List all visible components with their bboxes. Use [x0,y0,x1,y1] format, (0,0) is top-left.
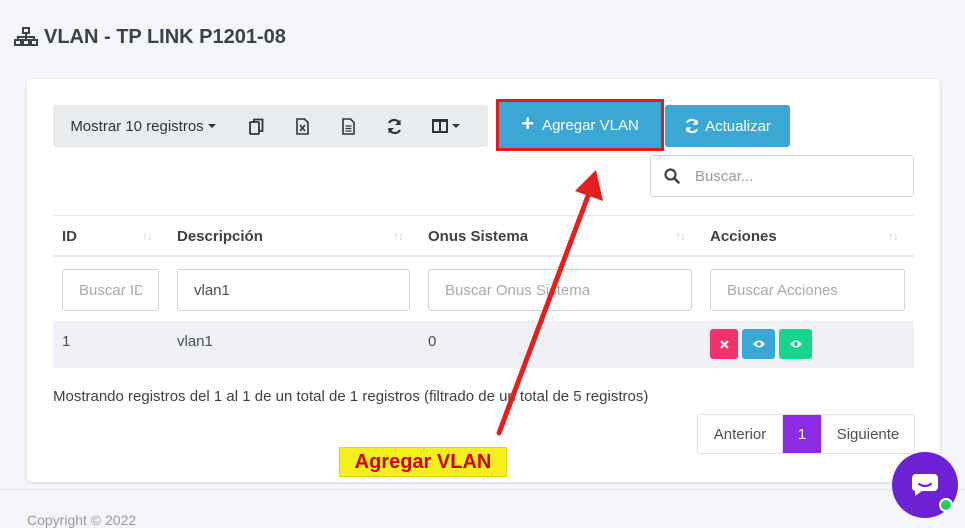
table-row: 1 vlan1 0 [53,321,914,368]
filter-descripcion-input[interactable] [177,269,410,311]
search-field [650,155,914,197]
reload-button[interactable] [371,105,417,147]
show-records-label: Mostrar 10 registros [70,117,204,135]
annotation-label: Agregar VLAN [340,448,506,476]
pagination-page-1[interactable]: 1 [783,415,821,453]
excel-export-button[interactable] [279,105,325,147]
refresh-button[interactable]: Actualizar [665,105,790,147]
caret-down-icon [207,124,216,128]
table-info: Mostrando registros del 1 al 1 de un tot… [53,388,649,405]
column-label: ID [62,227,77,245]
column-header-acciones[interactable]: Acciones [710,216,777,256]
caret-down-icon [452,124,460,128]
columns-icon [432,119,448,133]
table-toolbar: Mostrar 10 registros [53,105,488,147]
eye-icon [752,340,765,348]
show-records-dropdown[interactable]: Mostrar 10 registros [53,105,233,147]
cell-onus: 0 [428,332,437,350]
filter-onus-input[interactable] [428,269,692,311]
column-label: Acciones [710,227,777,245]
pagination-prev[interactable]: Anterior [698,415,783,453]
view-button[interactable] [742,329,775,359]
column-label: Onus Sistema [428,227,529,245]
pagination: Anterior 1 Siguiente [697,414,915,454]
cell-descripcion: vlan1 [177,332,213,350]
refresh-label: Actualizar [705,117,771,135]
add-vlan-label: Agregar VLAN [542,116,639,134]
search-input[interactable] [693,166,897,186]
network-icon [14,27,38,47]
sort-icon: ↑↓ [142,229,153,243]
sync-icon [685,118,699,134]
copyright-text: Copyright © 2022 [27,512,137,528]
online-status-dot [939,498,953,512]
footer-divider [0,489,965,490]
column-header-onus[interactable]: Onus Sistema [428,216,528,256]
excel-icon [295,117,309,135]
copy-button[interactable] [233,105,279,147]
add-vlan-button[interactable]: + Agregar VLAN [496,99,664,151]
column-filter-row [53,257,914,321]
column-header-descripcion[interactable]: Descripción [177,216,263,256]
plus-icon: + [521,111,535,136]
cell-id: 1 [62,332,71,350]
refresh-icon [387,118,401,134]
delete-button[interactable] [710,329,738,359]
column-header-id[interactable]: ID [62,216,77,256]
view-alt-button[interactable] [779,329,812,359]
document-icon [341,117,355,135]
page-title-text: VLAN - TP LINK P1201-08 [44,25,286,48]
pdf-export-button[interactable] [325,105,371,147]
columns-dropdown[interactable] [417,105,475,147]
table-header: ID ↑↓ Descripción ↑↓ Onus Sistema ↑↓ Acc… [53,215,914,257]
pagination-next[interactable]: Siguiente [821,415,914,453]
eye-icon [789,340,802,348]
close-icon [719,339,729,349]
chat-icon [911,474,938,496]
column-label: Descripción [177,227,263,245]
filter-id-input[interactable] [62,269,159,311]
filter-acciones-input[interactable] [710,269,905,311]
sort-icon: ↑↓ [888,229,899,243]
search-icon [651,168,693,184]
copy-icon [248,118,263,135]
sort-icon: ↑↓ [393,229,404,243]
page-title: VLAN - TP LINK P1201-08 [14,24,286,50]
sort-icon: ↑↓ [675,229,686,243]
